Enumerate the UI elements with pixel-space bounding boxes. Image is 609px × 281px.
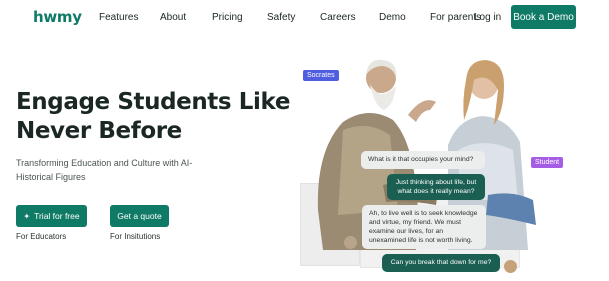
nav-link-features[interactable]: Features: [99, 12, 138, 23]
brand-logo[interactable]: hwmy: [33, 8, 82, 26]
hero-headline-line-1: Engage Students Like: [16, 89, 291, 115]
chat-bubble-socrates-1: What is it that occupies your mind?: [361, 151, 485, 169]
hero-headline-line-2: Never Before: [16, 118, 182, 144]
sparkle-icon: ✦: [23, 211, 31, 221]
institutions-caption: For Insitutions: [110, 232, 161, 241]
trial-for-free-button[interactable]: ✦ Trial for free: [16, 205, 87, 227]
nav-link-pricing[interactable]: Pricing: [212, 12, 243, 23]
chat-bubble-student-1: Just thinking about life, but what does …: [387, 174, 485, 200]
nav-link-safety[interactable]: Safety: [267, 12, 295, 23]
nav-link-demo[interactable]: Demo: [379, 12, 406, 23]
student-avatar: [504, 260, 517, 273]
top-navigation: hwmy Features About Pricing Safety Caree…: [0, 0, 609, 36]
student-tag: Student: [531, 157, 564, 168]
chat-bubble-student-2: Can you break that down for me?: [382, 254, 500, 272]
socrates-tag: Socrates: [303, 70, 339, 81]
get-quote-button[interactable]: Get a quote: [110, 205, 169, 227]
hero-subheading: Transforming Education and Culture with …: [16, 158, 193, 182]
nav-link-about[interactable]: About: [160, 12, 186, 23]
educators-caption: For Educators: [16, 232, 67, 241]
nav-link-log-in[interactable]: Log in: [474, 12, 501, 23]
socrates-avatar: [344, 236, 357, 249]
trial-button-label: Trial for free: [34, 211, 80, 221]
book-demo-button[interactable]: Book a Demo: [511, 5, 576, 29]
nav-link-careers[interactable]: Careers: [320, 12, 356, 23]
hero-headline: Engage Students Like Never Before: [16, 88, 290, 146]
chat-bubble-socrates-2: Ah, to live well is to seek knowledge an…: [362, 205, 486, 249]
